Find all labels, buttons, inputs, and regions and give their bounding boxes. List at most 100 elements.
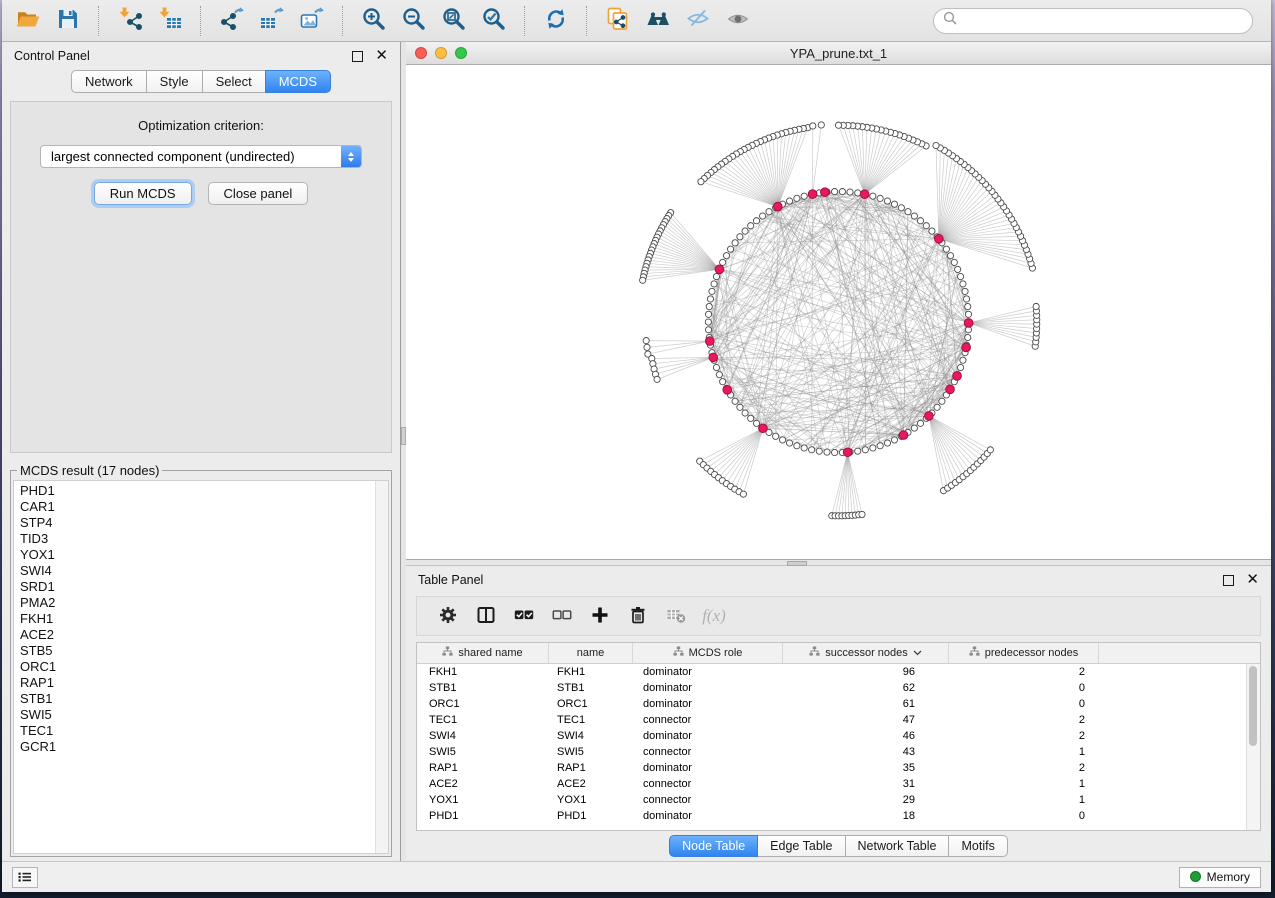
run-mcds-button[interactable]: Run MCDS — [94, 182, 192, 205]
control-panel: Control Panel ✕ NetworkStyleSelectMCDS O… — [2, 42, 400, 861]
close-panel-button[interactable]: Close panel — [208, 182, 309, 205]
mcds-node-item[interactable]: STB1 — [20, 691, 388, 707]
table-row[interactable]: RAP1RAP1dominator352 — [417, 760, 1260, 776]
table-scrollbar[interactable] — [1246, 664, 1260, 830]
column-header-MCDS-role[interactable]: MCDS role — [633, 643, 783, 663]
tab-edge-table[interactable]: Edge Table — [757, 835, 845, 857]
column-header-predecessor-nodes[interactable]: predecessor nodes — [949, 643, 1099, 663]
column-tree-icon — [673, 646, 684, 660]
first-neighbors-button[interactable] — [641, 5, 675, 37]
import-network-button[interactable] — [113, 5, 147, 37]
table-row[interactable]: YOX1YOX1connector291 — [417, 792, 1260, 808]
task-history-button[interactable] — [12, 867, 38, 888]
save-session-button[interactable] — [51, 5, 85, 37]
export-table-button[interactable] — [255, 5, 289, 37]
memory-button[interactable]: Memory — [1179, 867, 1261, 888]
tab-network-table[interactable]: Network Table — [845, 835, 950, 857]
hide-selected-icon — [685, 6, 711, 35]
mcds-node-item[interactable]: FKH1 — [20, 611, 388, 627]
table-row[interactable]: PHD1PHD1dominator180 — [417, 808, 1260, 824]
mcds-result-list[interactable]: PHD1CAR1STP4TID3YOX1SWI4SRD1PMA2FKH1ACE2… — [13, 480, 389, 854]
function-builder-button: f(x) — [695, 601, 733, 631]
float-panel-icon[interactable] — [352, 51, 363, 62]
mcds-node-item[interactable]: SRD1 — [20, 579, 388, 595]
table-row[interactable]: SWI4SWI4dominator462 — [417, 728, 1260, 744]
delete-column-button[interactable] — [619, 601, 657, 631]
application-window: Control Panel ✕ NetworkStyleSelectMCDS O… — [2, 0, 1271, 892]
close-panel-icon[interactable]: ✕ — [1246, 575, 1259, 585]
optimization-criterion-select[interactable]: largest connected component (undirected) — [40, 145, 362, 168]
tab-select[interactable]: Select — [202, 70, 266, 93]
tab-motifs[interactable]: Motifs — [948, 835, 1007, 857]
import-table-button[interactable] — [153, 5, 187, 37]
table-row[interactable]: TEC1TEC1connector472 — [417, 712, 1260, 728]
open-file-button[interactable] — [11, 5, 45, 37]
table-row[interactable]: SWI5SWI5connector431 — [417, 744, 1260, 760]
select-all-button[interactable] — [505, 601, 543, 631]
network-graph[interactable] — [406, 65, 1271, 559]
zoom-out-button[interactable] — [397, 5, 431, 37]
mcds-node-item[interactable]: GCR1 — [20, 739, 388, 755]
zoom-in-button[interactable] — [357, 5, 391, 37]
table-row[interactable]: STB1STB1dominator620 — [417, 680, 1260, 696]
search-icon — [943, 11, 957, 30]
mcds-node-item[interactable]: RAP1 — [20, 675, 388, 691]
toggle-columns-button[interactable] — [467, 601, 505, 631]
zoom-selected-button[interactable] — [477, 5, 511, 37]
column-header-successor-nodes[interactable]: successor nodes — [783, 643, 949, 663]
mcds-node-item[interactable]: ACE2 — [20, 627, 388, 643]
column-header-shared-name[interactable]: shared name — [417, 643, 549, 663]
zoom-window-icon[interactable] — [455, 47, 467, 59]
list-icon — [18, 871, 32, 883]
mcds-node-item[interactable]: STP4 — [20, 515, 388, 531]
mcds-node-item[interactable]: PMA2 — [20, 595, 388, 611]
table-header-row: shared name name MCDS role successor nodes p… — [417, 643, 1260, 664]
mcds-node-item[interactable]: PHD1 — [20, 483, 388, 499]
mcds-node-item[interactable]: STB5 — [20, 643, 388, 659]
column-label: name — [577, 647, 605, 659]
export-network-button[interactable] — [215, 5, 249, 37]
close-panel-icon[interactable]: ✕ — [375, 51, 388, 61]
tab-node-table[interactable]: Node Table — [669, 835, 758, 857]
mcds-node-item[interactable]: SWI5 — [20, 707, 388, 723]
copy-network-button[interactable] — [601, 5, 635, 37]
table-row[interactable]: FKH1FKH1dominator962 — [417, 664, 1260, 680]
float-panel-icon[interactable] — [1223, 575, 1234, 586]
mcds-node-item[interactable]: CAR1 — [20, 499, 388, 515]
table-settings-button[interactable] — [429, 601, 467, 631]
export-table-icon — [259, 6, 285, 35]
select-stepper-icon — [341, 146, 361, 167]
add-column-button[interactable] — [581, 601, 619, 631]
mcds-node-item[interactable]: ORC1 — [20, 659, 388, 675]
network-canvas[interactable] — [406, 65, 1271, 559]
zoom-fit-button[interactable] — [437, 5, 471, 37]
search-input[interactable] — [964, 12, 1243, 29]
select-all-icon — [514, 605, 534, 628]
minimize-window-icon[interactable] — [435, 47, 447, 59]
splitter-grip[interactable] — [787, 561, 807, 566]
search-box[interactable] — [933, 8, 1253, 34]
mcds-node-item[interactable]: SWI4 — [20, 563, 388, 579]
refresh-button[interactable] — [539, 5, 573, 37]
show-all-button[interactable] — [721, 5, 755, 37]
mcds-node-item[interactable]: TEC1 — [20, 723, 388, 739]
scrollbar-thumb[interactable] — [1249, 666, 1257, 746]
table-panel: Table Panel ✕ f(x) shared namenameMCDS r… — [406, 566, 1271, 861]
tab-style[interactable]: Style — [146, 70, 203, 93]
deselect-all-button[interactable] — [543, 601, 581, 631]
tab-mcds[interactable]: MCDS — [265, 70, 331, 93]
column-label: successor nodes — [825, 647, 908, 659]
table-row[interactable]: ORC1ORC1dominator610 — [417, 696, 1260, 712]
mcds-list-scrollbar[interactable] — [375, 481, 388, 853]
mcds-node-item[interactable]: YOX1 — [20, 547, 388, 563]
hide-selected-button[interactable] — [681, 5, 715, 37]
node-table: shared name name MCDS role successor nodes p… — [416, 642, 1261, 831]
network-window-titlebar[interactable]: YPA_prune.txt_1 — [406, 42, 1271, 65]
export-image-button[interactable] — [295, 5, 329, 37]
close-window-icon[interactable] — [415, 47, 427, 59]
tab-network[interactable]: Network — [71, 70, 147, 93]
column-header-name[interactable]: name — [549, 643, 633, 663]
horizontal-splitter[interactable] — [406, 559, 1271, 566]
table-row[interactable]: ACE2ACE2connector311 — [417, 776, 1260, 792]
mcds-node-item[interactable]: TID3 — [20, 531, 388, 547]
